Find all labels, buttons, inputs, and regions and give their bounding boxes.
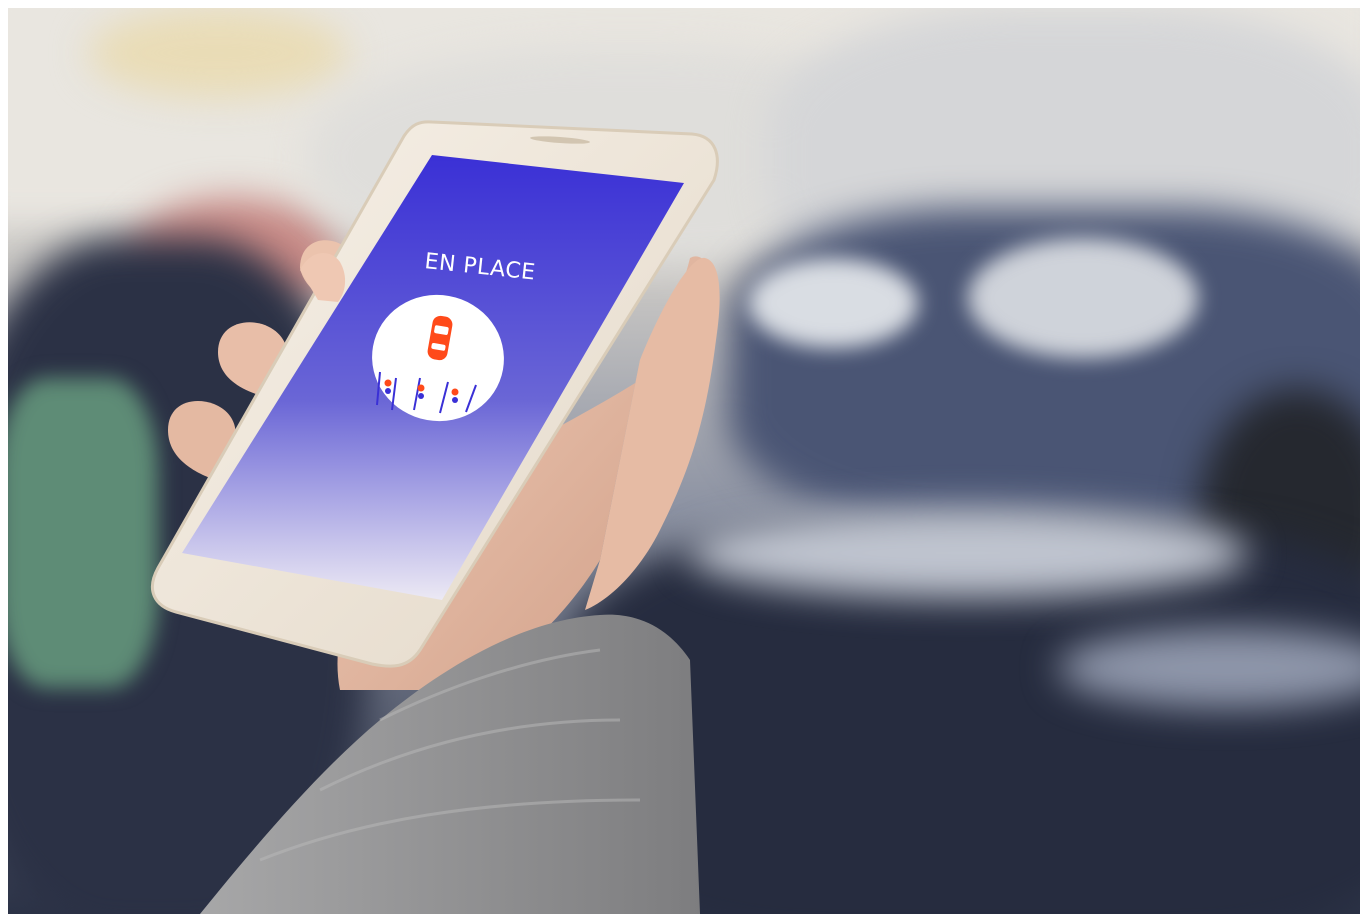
hand-holding-phone: EN PLACE (150, 120, 720, 914)
photo-scene: EN PLACE (0, 0, 1360, 914)
